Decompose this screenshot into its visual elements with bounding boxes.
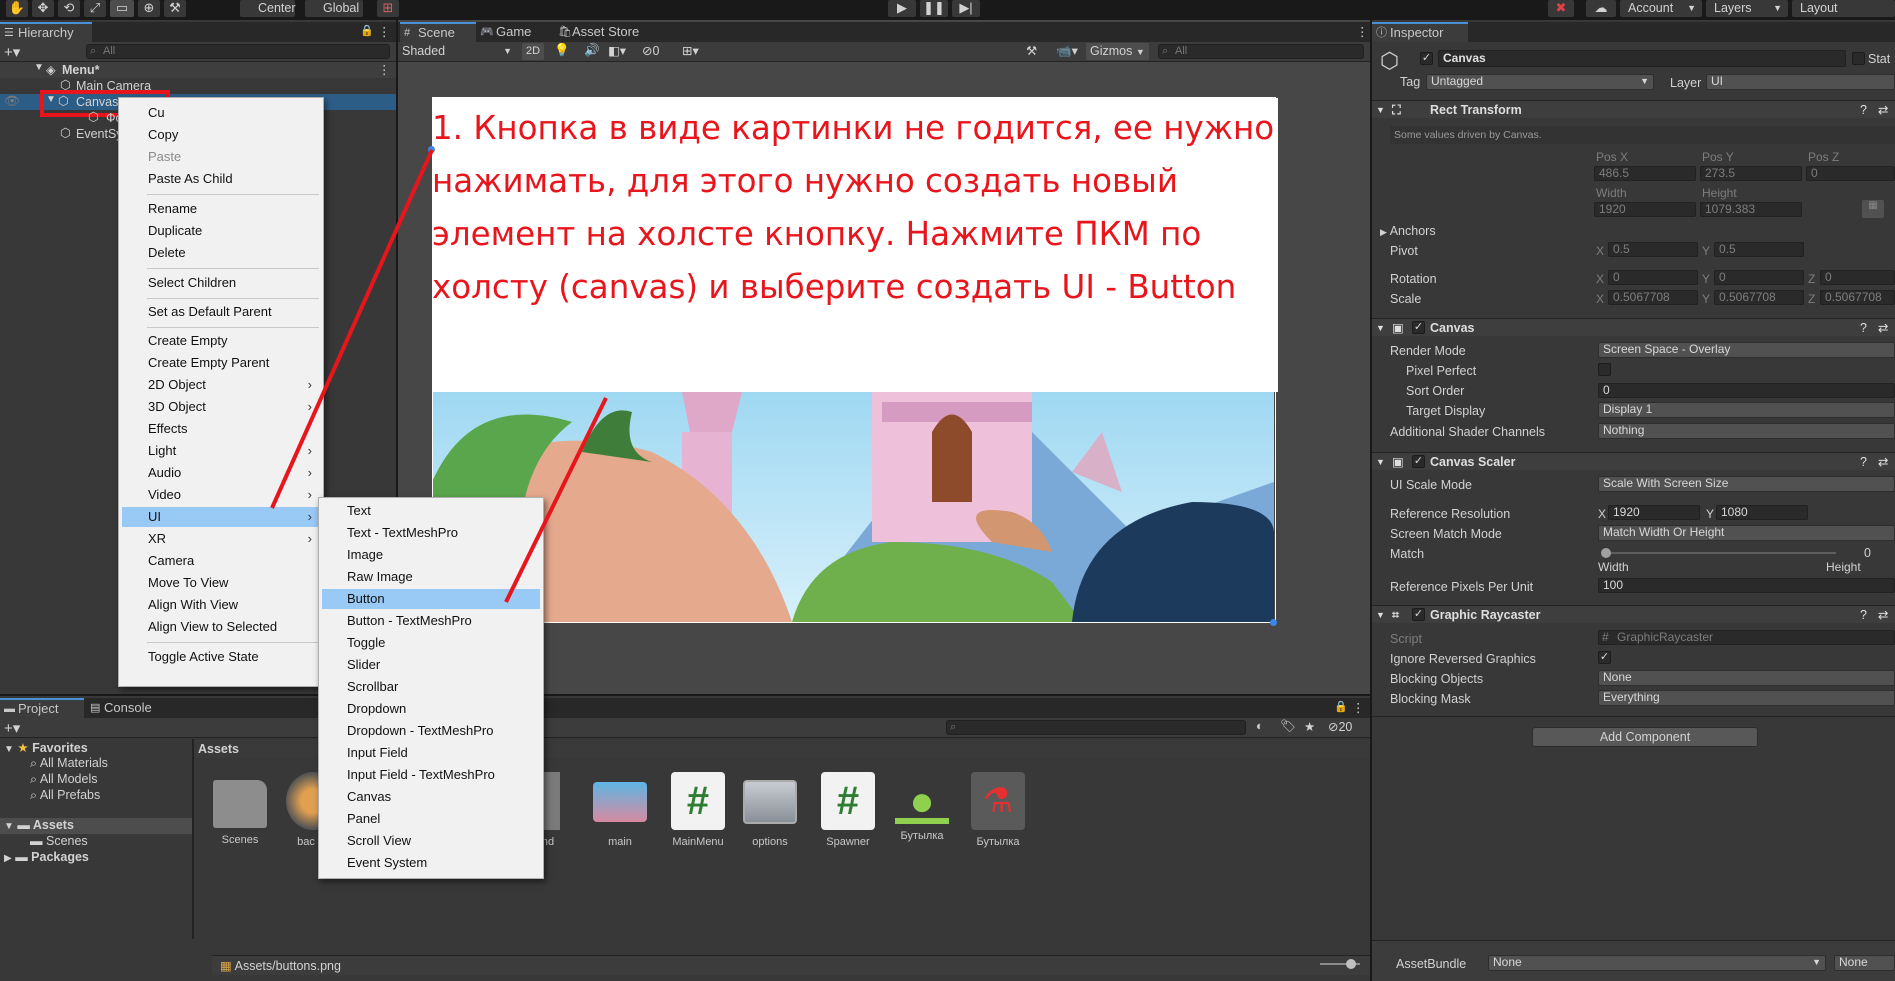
annotation-arrow-button — [504, 397, 608, 603]
annotation-overlay — [270, 149, 608, 603]
annotation-arrow-ui — [270, 149, 434, 509]
